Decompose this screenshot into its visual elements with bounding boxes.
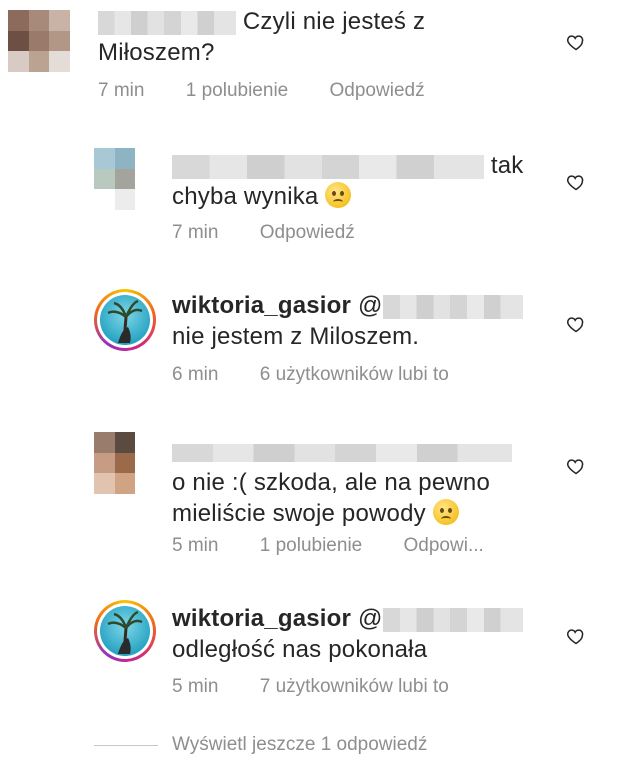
comment-time: 7 min <box>172 222 219 243</box>
blurred-avatar[interactable] <box>94 432 156 494</box>
comment-text: wiktoria_gasior @ odległość nas pokonała <box>172 603 523 665</box>
blurred-avatar[interactable] <box>8 10 70 72</box>
comment-meta: 7 min Odpowiedź <box>172 222 391 244</box>
likes-count[interactable]: 1 polubienie <box>260 535 362 556</box>
likes-count[interactable]: 1 polubienie <box>186 80 288 101</box>
heart-outline-icon[interactable] <box>566 32 586 52</box>
comment-time: 5 min <box>172 535 219 556</box>
comment-time: 5 min <box>172 676 219 697</box>
redacted-username[interactable] <box>172 154 484 179</box>
reply-button[interactable]: Odpowiedź <box>330 80 425 101</box>
username[interactable]: wiktoria_gasior <box>172 605 351 632</box>
comment-time: 7 min <box>98 80 145 101</box>
heart-outline-icon[interactable] <box>566 456 586 476</box>
username[interactable]: wiktoria_gasior <box>172 292 351 319</box>
comment-text: wiktoria_gasior @ nie jestem z Miloszem. <box>172 290 523 352</box>
palm-tree-icon <box>107 610 143 655</box>
comment-meta: 5 min 1 polubienie Odpowi... <box>172 535 520 557</box>
profile-photo <box>100 606 150 656</box>
redacted-username[interactable] <box>98 10 236 35</box>
palm-tree-icon <box>107 299 143 344</box>
view-more-divider <box>94 745 158 746</box>
mention-prefix[interactable]: @ <box>358 292 383 319</box>
comment-time: 6 min <box>172 364 219 385</box>
likes-count[interactable]: 7 użytkowników lubi to <box>260 676 449 697</box>
heart-outline-icon[interactable] <box>566 172 586 192</box>
reply-button[interactable]: Odpowi... <box>404 535 484 556</box>
reply-button[interactable]: Odpowiedź <box>260 222 355 243</box>
comment-text: o nie :( szkoda, ale na pewno mieliście … <box>172 436 512 529</box>
comment-meta: 6 min 6 użytkowników lubi to <box>172 364 485 386</box>
comment-text: Czyli nie jesteś z Miłoszem? <box>98 8 426 66</box>
sad-face-emoji-icon <box>325 182 352 208</box>
comment-meta: 5 min 7 użytkowników lubi to <box>172 676 485 698</box>
heart-outline-icon[interactable] <box>566 626 586 646</box>
profile-photo <box>100 295 150 345</box>
heart-outline-icon[interactable] <box>566 314 586 334</box>
redacted-mention[interactable] <box>382 294 523 319</box>
mention-prefix[interactable]: @ <box>358 605 383 632</box>
redacted-mention[interactable] <box>382 607 523 632</box>
comment-meta: 7 min 1 polubienie Odpowiedź <box>98 80 461 102</box>
avatar-story-ring[interactable] <box>94 289 156 351</box>
view-more-replies-button[interactable]: Wyświetl jeszcze 1 odpowiedź <box>172 734 427 756</box>
sad-face-emoji-icon <box>432 499 459 525</box>
avatar-story-ring[interactable] <box>94 600 156 662</box>
blurred-avatar[interactable] <box>94 148 156 210</box>
comment-text: tak chyba wynika <box>172 152 524 210</box>
redacted-username[interactable] <box>172 443 512 462</box>
likes-count[interactable]: 6 użytkowników lubi to <box>260 364 449 385</box>
